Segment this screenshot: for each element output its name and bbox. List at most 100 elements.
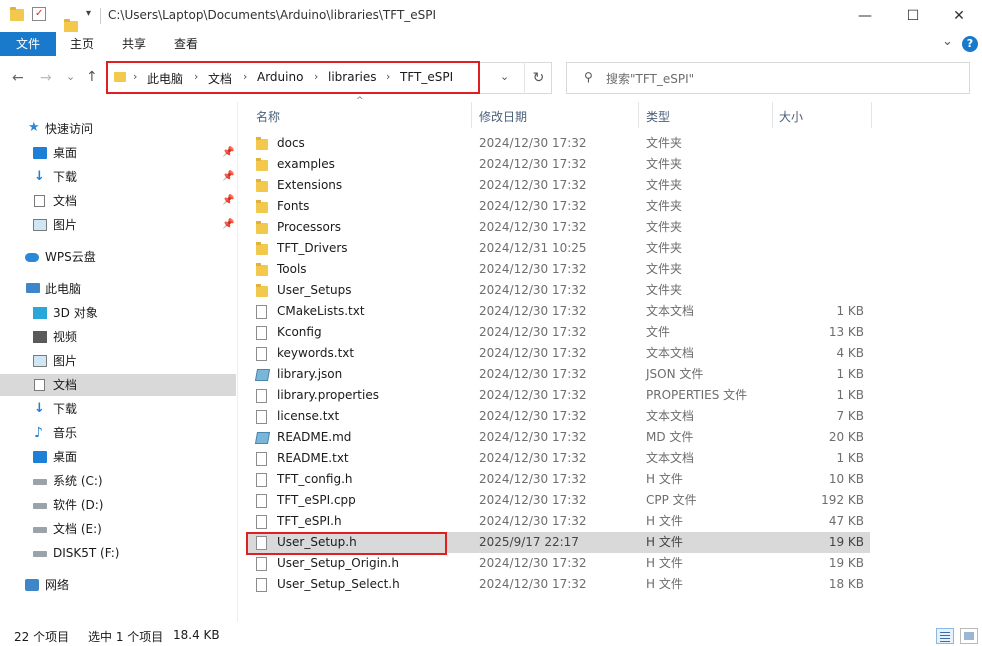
- up-button[interactable]: ↑: [86, 69, 98, 85]
- file-row[interactable]: TFT_Drivers 2024/12/31 10:25 文件夹: [246, 238, 870, 259]
- file-row[interactable]: library.properties 2024/12/30 17:32 PROPER…: [246, 385, 870, 406]
- file-row[interactable]: Processors 2024/12/30 17:32 文件夹: [246, 217, 870, 238]
- folder-icon: [256, 179, 268, 192]
- back-button[interactable]: ←: [12, 70, 24, 86]
- sidebar-item-desktop-pc[interactable]: 桌面: [0, 446, 236, 468]
- sidebar-item-3d-objects[interactable]: 3D 对象: [0, 302, 236, 324]
- column-header-date[interactable]: 修改日期: [479, 108, 527, 125]
- sidebar-item-drive-e[interactable]: 文档 (E:): [0, 518, 236, 540]
- file-row[interactable]: library.json 2024/12/30 17:32 JSON 文件 1 KB: [246, 364, 870, 385]
- recent-locations-button[interactable]: ⌄: [66, 70, 75, 83]
- tab-share[interactable]: 共享: [112, 32, 156, 56]
- details-view-button[interactable]: [936, 628, 954, 644]
- file-date: 2024/12/30 17:32: [479, 157, 587, 171]
- file-date: 2024/12/30 17:32: [479, 514, 587, 528]
- column-header-type[interactable]: 类型: [646, 108, 670, 125]
- file-icon: [256, 515, 267, 529]
- file-row[interactable]: keywords.txt 2024/12/30 17:32 文本文档 4 KB: [246, 343, 870, 364]
- file-size: 192 KB: [821, 493, 864, 507]
- file-name: User_Setup_Select.h: [277, 577, 400, 591]
- folder-icon: [256, 200, 268, 213]
- sidebar-item-drive-f[interactable]: DISK5T (F:): [0, 542, 236, 564]
- pin-icon: 📌: [222, 219, 235, 230]
- file-row[interactable]: Kconfig 2024/12/30 17:32 文件 13 KB: [246, 322, 870, 343]
- file-row[interactable]: Tools 2024/12/30 17:32 文件夹: [246, 259, 870, 280]
- file-row[interactable]: license.txt 2024/12/30 17:32 文本文档 7 KB: [246, 406, 870, 427]
- address-dropdown-icon[interactable]: ⌄: [500, 70, 509, 83]
- sidebar-item-downloads[interactable]: ↓ 下载 📌: [0, 166, 236, 188]
- file-row[interactable]: README.md 2024/12/30 17:32 MD 文件 20 KB: [246, 427, 870, 448]
- file-row[interactable]: Fonts 2024/12/30 17:32 文件夹: [246, 196, 870, 217]
- sidebar-item-pictures[interactable]: 图片 📌: [0, 214, 236, 236]
- sidebar-item-label: 此电脑: [45, 282, 82, 296]
- tab-file[interactable]: 文件: [0, 32, 56, 56]
- folder-icon: [256, 158, 268, 171]
- file-row[interactable]: User_Setup_Origin.h 2024/12/30 17:32 H 文件 1…: [246, 553, 870, 574]
- sidebar-item-videos[interactable]: 视频: [0, 326, 236, 348]
- file-date: 2024/12/30 17:32: [479, 367, 587, 381]
- close-button[interactable]: ✕: [936, 0, 982, 32]
- file-size: 7 KB: [836, 409, 864, 423]
- sidebar-item-drive-c[interactable]: 系统 (C:): [0, 470, 236, 492]
- forward-button[interactable]: →: [40, 70, 52, 86]
- maximize-button[interactable]: ☐: [890, 0, 936, 32]
- file-row[interactable]: Extensions 2024/12/30 17:32 文件夹: [246, 175, 870, 196]
- sidebar-item-this-pc[interactable]: 此电脑: [0, 278, 236, 300]
- column-header-size[interactable]: 大小: [779, 108, 803, 125]
- title-divider: [100, 8, 101, 24]
- sidebar-item-label: WPS云盘: [45, 250, 96, 264]
- search-placeholder: 搜索"TFT_eSPI": [606, 72, 695, 86]
- file-name: keywords.txt: [277, 346, 355, 360]
- drive-icon: [33, 479, 47, 485]
- sidebar-item-wps-cloud[interactable]: WPS云盘: [0, 246, 236, 268]
- tab-view[interactable]: 查看: [164, 32, 208, 56]
- sidebar-item-drive-d[interactable]: 软件 (D:): [0, 494, 236, 516]
- sidebar-item-label: 快速访问: [45, 122, 94, 136]
- file-type: 文件夹: [646, 157, 683, 171]
- minimize-button[interactable]: —: [842, 0, 888, 32]
- cube-icon: [33, 307, 47, 319]
- sidebar-item-documents-pc[interactable]: 文档: [0, 374, 236, 396]
- file-row[interactable]: docs 2024/12/30 17:32 文件夹: [246, 133, 870, 154]
- sidebar-item-downloads-pc[interactable]: ↓ 下载: [0, 398, 236, 420]
- file-date: 2024/12/30 17:32: [479, 346, 587, 360]
- sidebar-item-quick-access[interactable]: ★ 快速访问: [0, 118, 236, 140]
- file-date: 2025/9/17 22:17: [479, 535, 579, 549]
- file-date: 2024/12/30 17:32: [479, 493, 587, 507]
- refresh-button[interactable]: ↻: [524, 62, 552, 94]
- sidebar-item-desktop[interactable]: 桌面 📌: [0, 142, 236, 164]
- sidebar-item-network[interactable]: 网络: [0, 574, 236, 596]
- file-icon: [256, 578, 267, 592]
- file-row[interactable]: TFT_eSPI.h 2024/12/30 17:32 H 文件 47 KB: [246, 511, 870, 532]
- file-row[interactable]: CMakeLists.txt 2024/12/30 17:32 文本文档 1 KB: [246, 301, 870, 322]
- file-row[interactable]: User_Setups 2024/12/30 17:32 文件夹: [246, 280, 870, 301]
- file-row[interactable]: TFT_eSPI.cpp 2024/12/30 17:32 CPP 文件 192 KB: [246, 490, 870, 511]
- quick-access-dropdown-icon[interactable]: ▾: [86, 8, 91, 19]
- file-row[interactable]: examples 2024/12/30 17:32 文件夹: [246, 154, 870, 175]
- column-divider[interactable]: [871, 102, 872, 128]
- column-header-name[interactable]: 名称: [256, 108, 280, 125]
- file-size: 19 KB: [828, 535, 864, 549]
- column-divider[interactable]: [638, 102, 639, 128]
- sidebar-item-label: 音乐: [53, 426, 78, 440]
- ribbon-collapse-icon[interactable]: ⌄: [942, 34, 953, 49]
- help-icon[interactable]: ?: [962, 36, 978, 52]
- file-date: 2024/12/30 17:32: [479, 325, 587, 339]
- file-size: 1 KB: [836, 367, 864, 381]
- large-icons-view-button[interactable]: [960, 628, 978, 644]
- sidebar-item-label: 3D 对象: [53, 306, 98, 320]
- computer-icon: [26, 283, 40, 293]
- file-row[interactable]: README.txt 2024/12/30 17:32 文本文档 1 KB: [246, 448, 870, 469]
- tab-home[interactable]: 主页: [60, 32, 104, 56]
- sidebar-item-documents[interactable]: 文档 📌: [0, 190, 236, 212]
- file-row[interactable]: User_Setup_Select.h 2024/12/30 17:32 H 文件 1…: [246, 574, 870, 595]
- column-divider[interactable]: [772, 102, 773, 128]
- sidebar-item-music[interactable]: ♪ 音乐: [0, 422, 236, 444]
- selection-count: 选中 1 个项目: [88, 630, 164, 644]
- sidebar-item-pictures-pc[interactable]: 图片: [0, 350, 236, 372]
- file-row[interactable]: TFT_config.h 2024/12/30 17:32 H 文件 10 KB: [246, 469, 870, 490]
- column-divider[interactable]: [471, 102, 472, 128]
- file-icon: [256, 494, 267, 508]
- file-type: PROPERTIES 文件: [646, 388, 748, 402]
- properties-icon[interactable]: ✓: [32, 7, 46, 21]
